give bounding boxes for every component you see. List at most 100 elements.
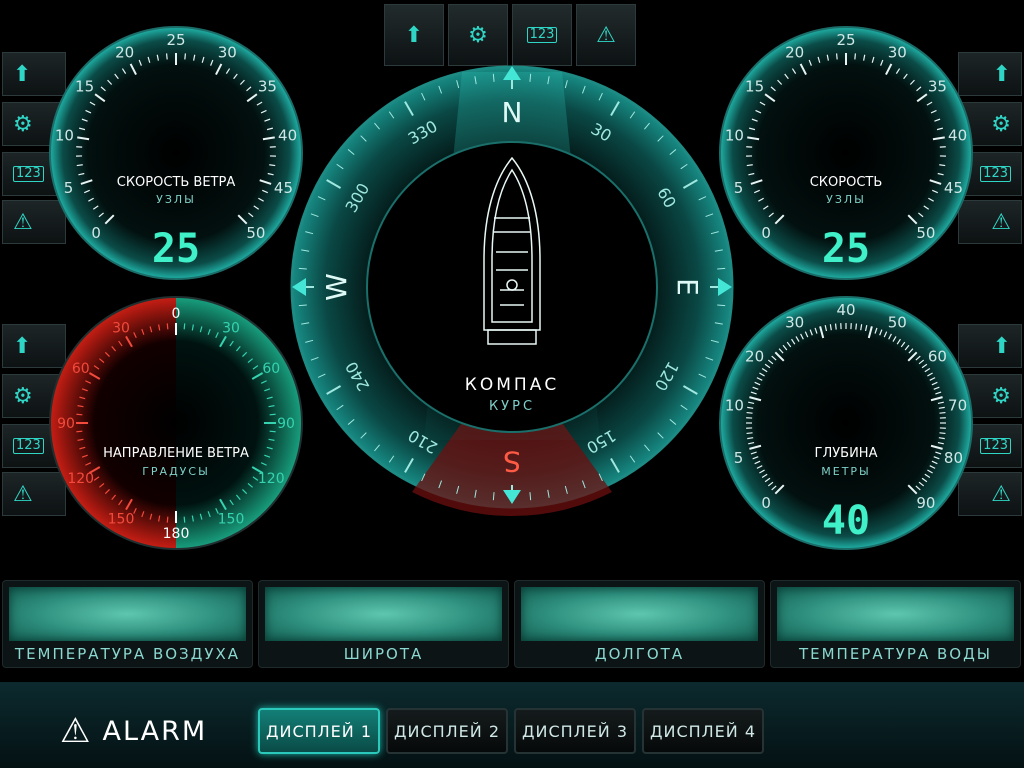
water-temperature-label: ТЕМПЕРАТУРА ВОДЫ [798, 645, 993, 663]
tick-label: 5 [64, 179, 74, 197]
compass-minor-tick [492, 73, 495, 82]
tick-label: 50 [916, 224, 935, 242]
tick-label: 35 [928, 78, 947, 96]
wind-dir-unit: ГРАДУСЫ [142, 465, 210, 478]
minor-tick [939, 164, 946, 167]
depth-value: 40 [822, 498, 870, 544]
speed-unit: УЗЛЫ [826, 193, 866, 206]
minor-tick [184, 53, 187, 60]
tick-label: 30 [785, 313, 804, 331]
compass-minor-tick [492, 492, 495, 501]
minor-tick [76, 413, 83, 416]
tick-label: 15 [745, 78, 764, 96]
tick-label: 150 [108, 511, 135, 527]
minor-tick [166, 323, 169, 330]
display-4-button[interactable]: ДИСПЛЕЙ 4 [642, 708, 764, 754]
tick-label: 50 [246, 224, 265, 242]
compass-south: S [503, 445, 521, 478]
tick-label: 60 [928, 348, 947, 366]
alarm-label: ALARM [102, 715, 208, 747]
tick-label: 150 [218, 511, 245, 527]
longitude-label: ДОЛГОТА [594, 645, 685, 663]
minor-tick [746, 432, 753, 435]
alarm-warning-icon: ⚠ [60, 711, 91, 751]
minor-tick [269, 430, 276, 433]
compass-minor-tick [298, 267, 307, 270]
compass-east: E [671, 278, 704, 296]
tick-label: 120 [67, 471, 94, 487]
minor-tick [939, 432, 946, 435]
latitude-panel[interactable]: ШИРОТА [258, 580, 509, 668]
wind-speed-value: 25 [152, 226, 200, 272]
tick-label: 90 [57, 416, 75, 432]
minor-tick [939, 411, 946, 414]
compass-title: КОМПАС [465, 375, 559, 395]
compass-north: N [502, 96, 523, 129]
tick-label: 25 [166, 31, 185, 49]
tick-label: 5 [734, 179, 744, 197]
display-3-button[interactable]: ДИСПЛЕЙ 3 [514, 708, 636, 754]
tick-label: 5 [734, 449, 744, 467]
alarm-button[interactable]: ⚠ ALARM [60, 714, 207, 748]
minor-tick [183, 516, 186, 523]
tick-label: 30 [218, 43, 237, 61]
tick-label: 0 [91, 224, 101, 242]
minor-tick [855, 323, 858, 330]
tick-label: 60 [72, 361, 90, 377]
wind-direction-gauge [49, 296, 303, 550]
tick-label: 90 [916, 494, 935, 512]
air-temperature-display [9, 587, 246, 641]
water-temperature-panel[interactable]: ТЕМПЕРАТУРА ВОДЫ [770, 580, 1021, 668]
minor-tick [835, 53, 838, 60]
tick-label: 40 [836, 301, 855, 319]
longitude-display [521, 587, 758, 641]
display-1-button[interactable]: ДИСПЛЕЙ 1 [258, 708, 380, 754]
air-temperature-label: ТЕМПЕРАТУРА ВОЗДУХА [14, 645, 241, 663]
minor-tick [165, 53, 168, 60]
tick-label: 10 [55, 126, 74, 144]
wind-dir-bottom-label: 180 [163, 526, 190, 542]
tick-label: 15 [75, 78, 94, 96]
tick-label: 0 [761, 224, 771, 242]
tick-label: 10 [725, 396, 744, 414]
tick-label: 20 [115, 43, 134, 61]
depth-unit: МЕТРЫ [821, 465, 871, 478]
tick-label: 70 [948, 396, 967, 414]
longitude-panel[interactable]: ДОЛГОТА [514, 580, 765, 668]
wind-dir-top-label: 0 [172, 306, 181, 322]
minor-tick [76, 430, 83, 433]
tick-label: 30 [112, 321, 130, 337]
tick-label: 40 [278, 126, 297, 144]
speed-value: 25 [822, 226, 870, 272]
compass-minor-tick [717, 304, 726, 307]
wind-speed-title: СКОРОСТЬ ВЕТРА [117, 175, 236, 190]
tick-label: 60 [262, 361, 280, 377]
tick-label: 40 [948, 126, 967, 144]
tick-label: 20 [745, 348, 764, 366]
minor-tick [269, 413, 276, 416]
tick-label: 30 [222, 321, 240, 337]
tick-label: 25 [836, 31, 855, 49]
minor-tick [746, 411, 753, 414]
latitude-label: ШИРОТА [343, 645, 424, 663]
tick-label: 20 [785, 43, 804, 61]
wind-dir-title: НАПРАВЛЕНИЕ ВЕТРА [103, 446, 249, 461]
tick-label: 90 [277, 416, 295, 432]
air-temperature-panel[interactable]: ТЕМПЕРАТУРА ВОЗДУХА [2, 580, 253, 668]
tick-label: 45 [274, 179, 293, 197]
water-temperature-display [777, 587, 1014, 641]
latitude-display [265, 587, 502, 641]
minor-tick [269, 164, 276, 167]
compass-minor-tick [717, 267, 726, 270]
minor-tick [746, 164, 753, 167]
tick-label: 30 [888, 43, 907, 61]
compass-west: W [320, 273, 353, 301]
compass-minor-tick [529, 492, 532, 501]
depth-title: ГЛУБИНА [815, 446, 878, 461]
display-2-button[interactable]: ДИСПЛЕЙ 2 [386, 708, 508, 754]
tick-label: 10 [725, 126, 744, 144]
tick-label: 35 [258, 78, 277, 96]
instrument-panel: 0 5 10 15 20 25 30 35 40 45 50 СКОРОСТЬ … [49, 26, 973, 550]
tick-label: 80 [944, 449, 963, 467]
wind-speed-unit: УЗЛЫ [156, 193, 196, 206]
